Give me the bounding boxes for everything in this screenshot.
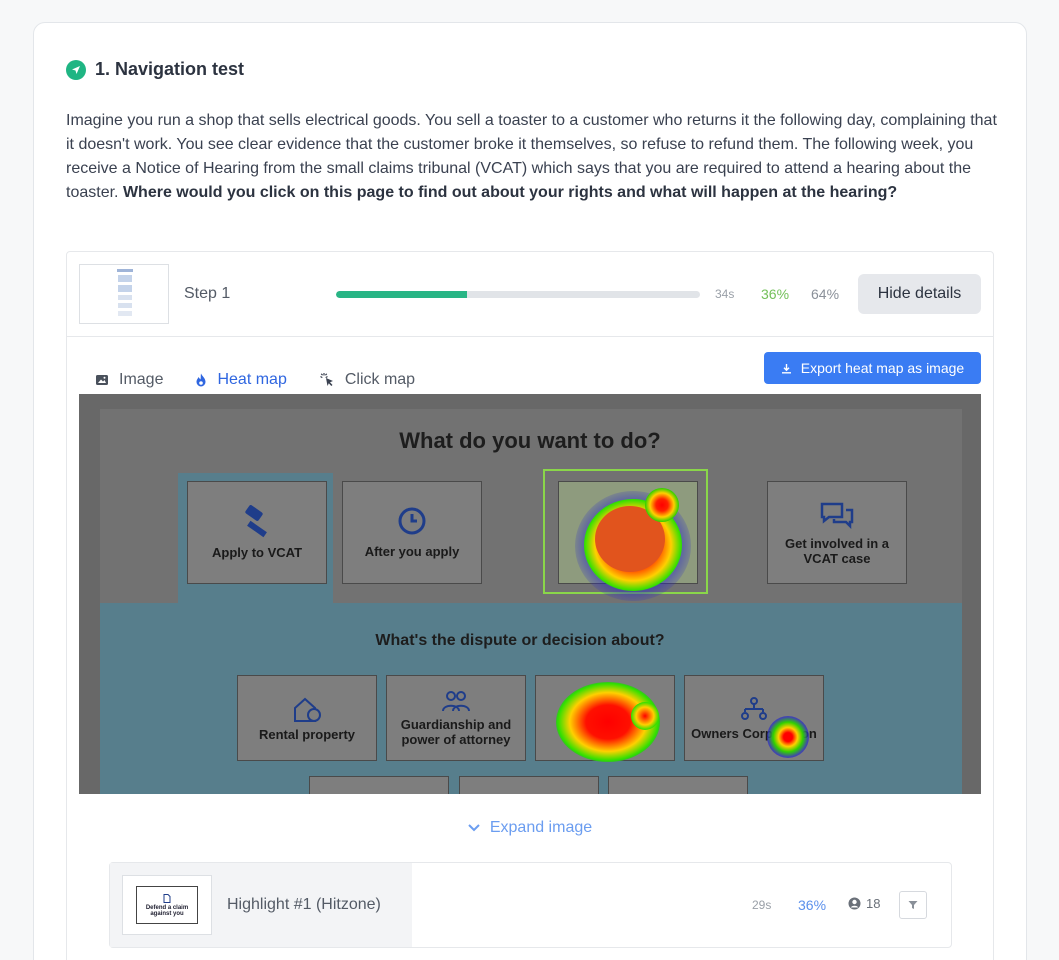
view-tabs: Image Heat map Click map — [79, 365, 431, 397]
results-panel: Step 1 34s 36% 64% Hide details Image He… — [66, 251, 994, 960]
tile-apply-label: Apply to VCAT — [211, 545, 303, 560]
screenshot-tile-rental: Rental property — [237, 675, 377, 761]
screenshot-subheading: What's the dispute or decision about? — [375, 632, 665, 649]
step-progress-fill — [336, 291, 468, 298]
highlight-participants: 18 — [848, 896, 880, 911]
tab-heat-map-label: Heat map — [217, 371, 287, 388]
tab-image[interactable]: Image — [79, 365, 179, 395]
step-thumbnail[interactable] — [79, 264, 169, 324]
screenshot-tile-after: After you apply — [342, 481, 482, 584]
tile-involved-label: Get involved in a VCAT case — [784, 535, 890, 566]
download-icon — [781, 363, 791, 373]
tab-click-map-label: Click map — [344, 371, 416, 388]
highlight-thumbnail[interactable]: Defend a claim against you — [122, 875, 212, 935]
screenshot-tile-row3-b — [459, 776, 599, 794]
hide-details-button[interactable]: Hide details — [858, 274, 981, 314]
highlight-thumbnail-inner: Defend a claim against you — [136, 886, 198, 924]
highlight-pct: 36% — [798, 897, 827, 913]
heat-blob-owners — [767, 716, 809, 758]
highlight-label: Highlight #1 (Hitzone) — [227, 896, 381, 913]
user-circle-icon — [848, 897, 861, 910]
screenshot-heading: What do you want to do? — [399, 428, 661, 453]
step-progress-bar — [336, 291, 700, 298]
heat-blob-services-right — [631, 702, 659, 730]
screenshot-tile-apply: Apply to VCAT — [187, 481, 327, 584]
navigation-compass-icon — [66, 59, 86, 80]
expand-image-toggle[interactable]: Expand image — [67, 819, 993, 837]
step-time: 34s — [715, 287, 735, 301]
cursor-click-icon — [320, 373, 333, 386]
tile-after-label: After you apply — [364, 544, 460, 559]
step-label: Step 1 — [184, 285, 231, 302]
export-heat-map-button[interactable]: Export heat map as image — [764, 352, 981, 384]
highlight-thumb-text: Defend a claim against you — [145, 904, 189, 917]
tile-guardianship-label: Guardianship and power of attorney — [400, 717, 512, 747]
question-description: Imagine you run a shop that sells electr… — [66, 109, 1001, 205]
screenshot-tile-row3-a — [309, 776, 449, 794]
screenshot-tile-involved: Get involved in a VCAT case — [767, 481, 907, 584]
chevron-down-icon — [468, 824, 480, 832]
clock-icon — [398, 507, 426, 535]
screenshot-tile-row3-c — [608, 776, 748, 794]
highlight-count: 18 — [866, 896, 881, 911]
export-label: Export heat map as image — [800, 360, 965, 376]
question-card: 1. Navigation test Imagine you run a sho… — [33, 22, 1027, 960]
highlight-info: Defend a claim against you Highlight #1 … — [110, 863, 412, 947]
question-title: 1. Navigation test — [95, 59, 245, 79]
heat-blob-top — [645, 488, 679, 522]
highlight-row: Defend a claim against you Highlight #1 … — [109, 862, 952, 948]
step-success-pct: 36% — [761, 286, 790, 302]
chat-bubbles-icon — [820, 502, 854, 529]
house-dollar-icon — [294, 697, 321, 722]
document-icon — [163, 893, 171, 903]
image-icon — [96, 375, 108, 385]
highlight-filter-button[interactable] — [899, 891, 927, 919]
highlight-time: 29s — [752, 898, 772, 912]
step-row: Step 1 34s 36% 64% Hide details — [67, 252, 993, 337]
flame-icon — [196, 373, 206, 387]
task-text: Where would you click on this page to fi… — [122, 184, 898, 201]
org-chart-icon — [741, 696, 767, 720]
tab-click-map[interactable]: Click map — [303, 365, 431, 395]
question-header: 1. Navigation test — [66, 59, 244, 80]
tab-image-label: Image — [119, 371, 164, 388]
tab-heat-map[interactable]: Heat map — [179, 365, 304, 397]
expand-label: Expand image — [489, 819, 593, 836]
screenshot-tile-guardianship: Guardianship and power of attorney — [386, 675, 526, 761]
gavel-icon — [245, 505, 267, 538]
step-other-pct: 64% — [811, 286, 840, 302]
heat-map-image: What do you want to do? Apply to VCAT Af… — [79, 394, 981, 794]
tile-rental-label: Rental property — [258, 726, 356, 742]
filter-icon — [908, 901, 918, 909]
people-icon — [442, 691, 470, 712]
